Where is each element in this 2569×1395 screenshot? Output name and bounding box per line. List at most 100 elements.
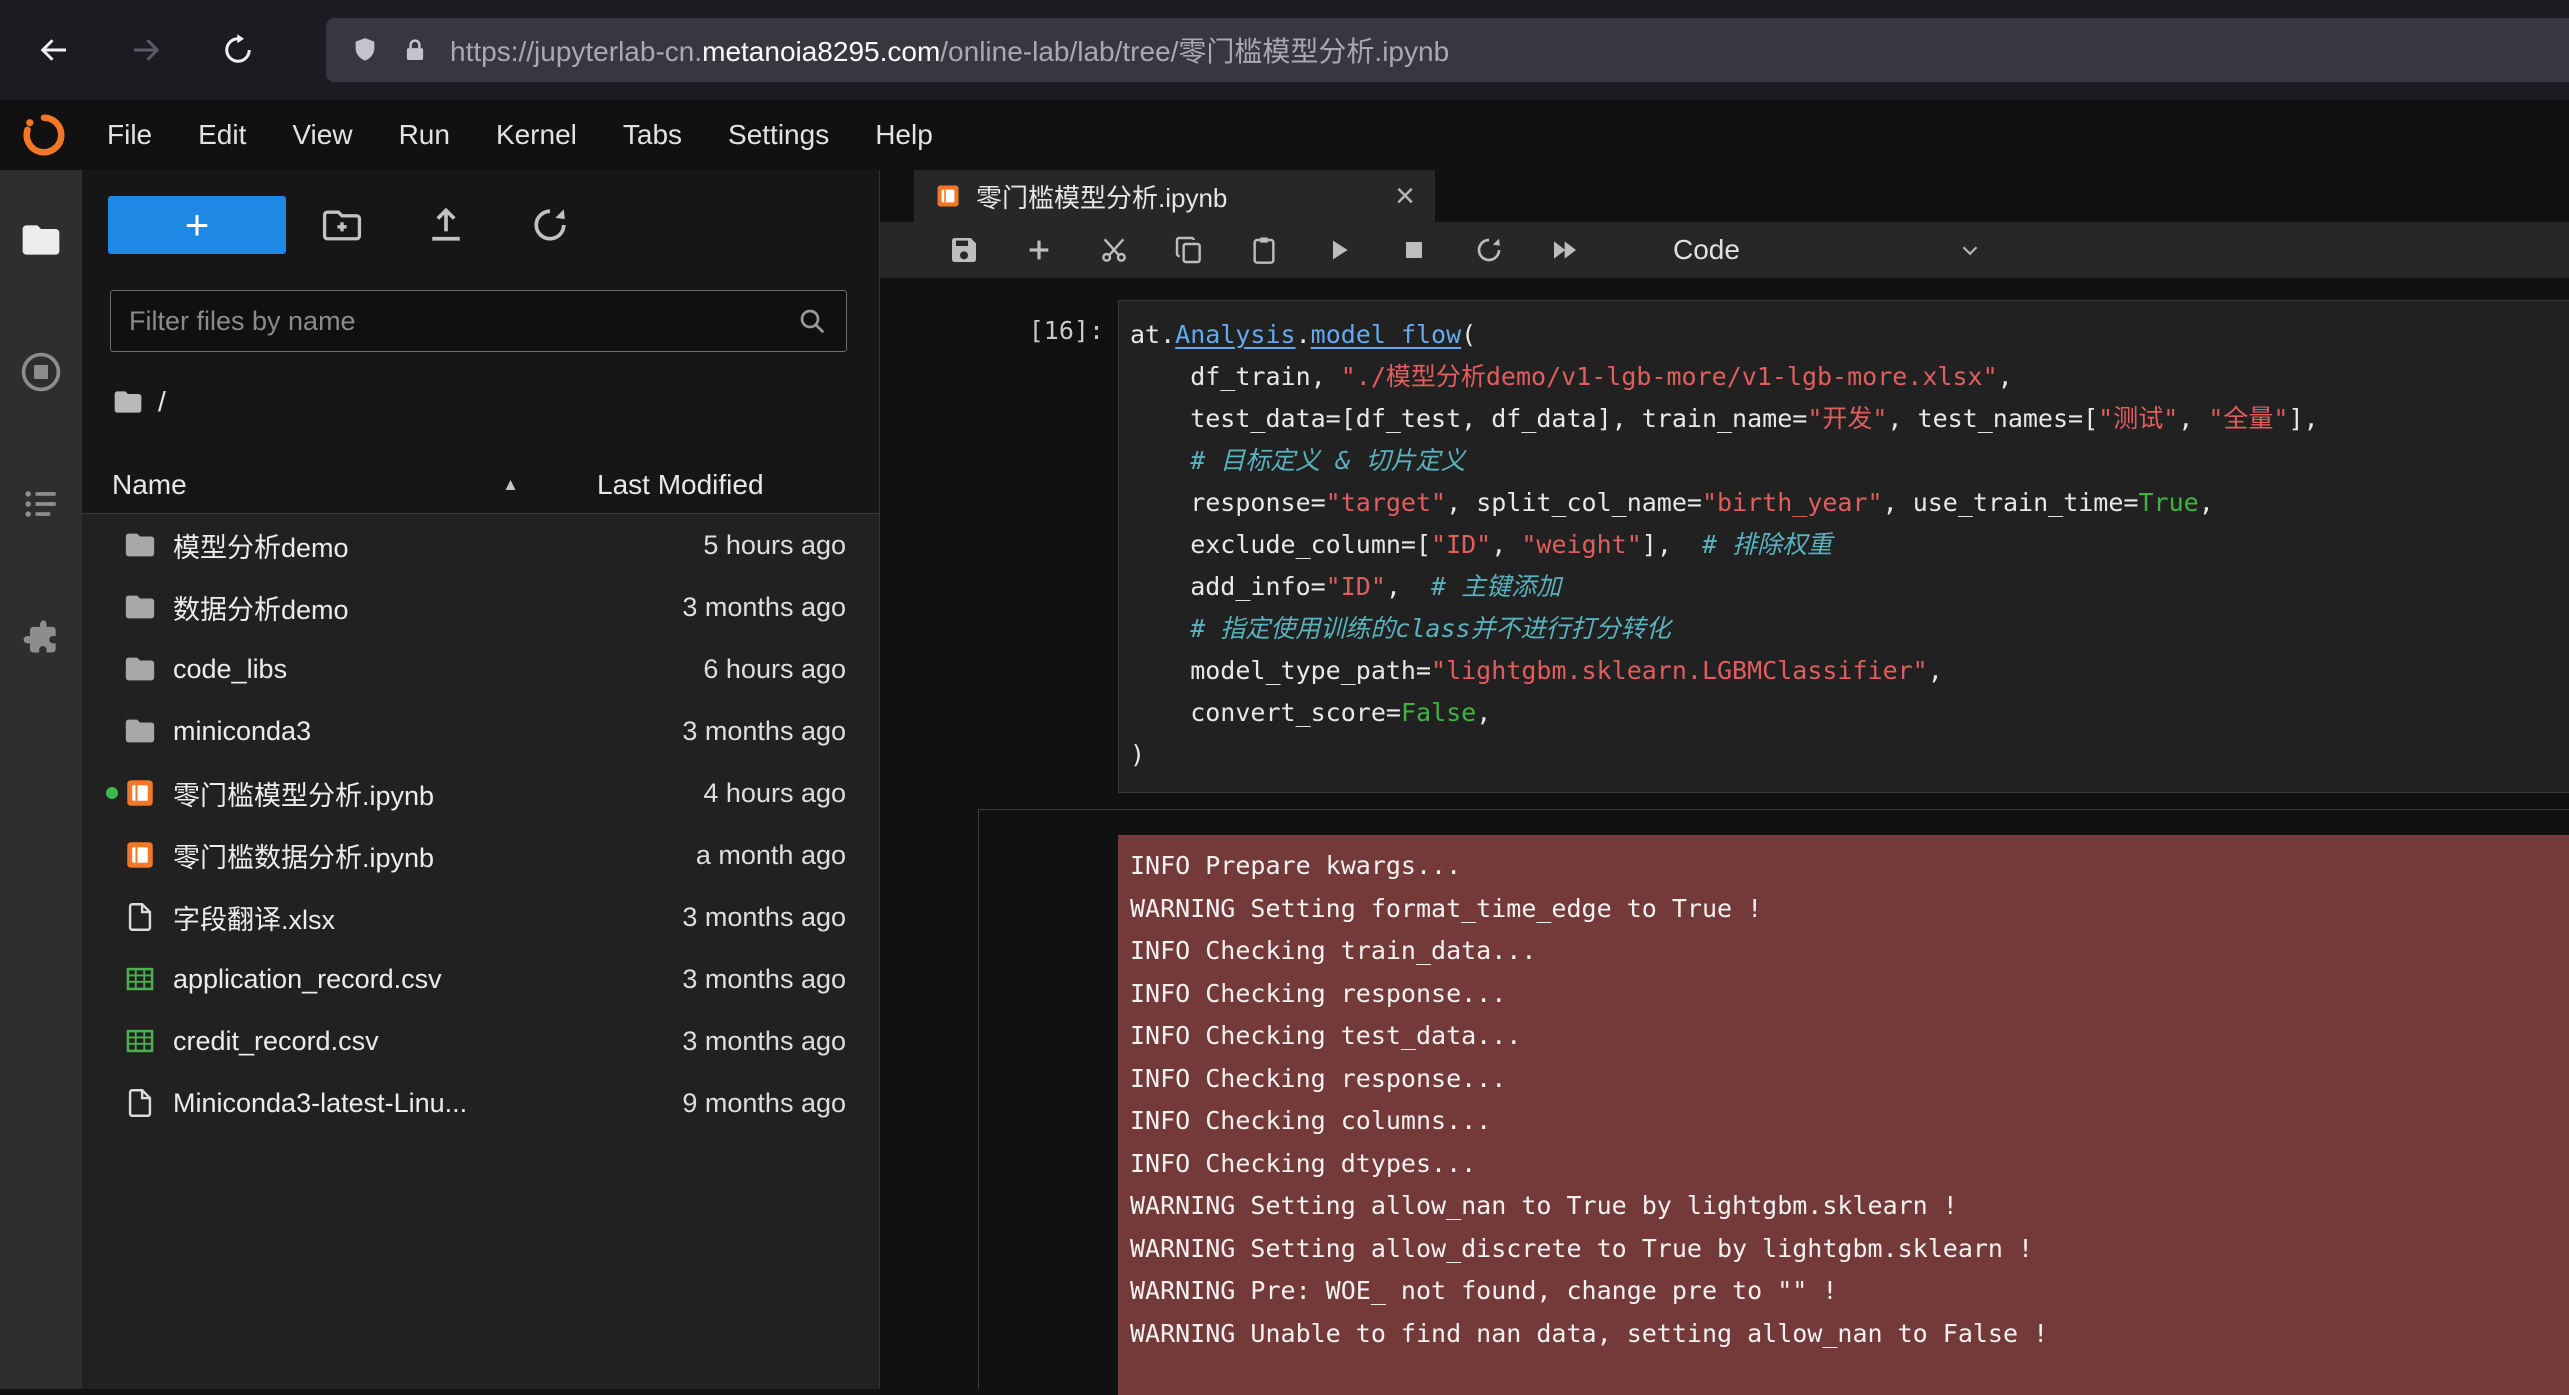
- browser-reload-button[interactable]: [212, 24, 264, 76]
- code-line: add_info="ID", # 主键添加: [1130, 566, 2569, 608]
- file-row[interactable]: application_record.csv3 months ago: [82, 948, 879, 1010]
- csv-icon: [123, 1024, 157, 1058]
- stderr-output: INFO Prepare kwargs...WARNING Setting fo…: [1118, 835, 2569, 1395]
- file-name: 零门槛数据分析.ipynb: [173, 836, 696, 875]
- file-icon: [123, 900, 157, 934]
- menu-run[interactable]: Run: [376, 119, 473, 151]
- output-line: INFO Checking dtypes...: [1130, 1143, 2569, 1186]
- notebook-toolbar: Code: [880, 222, 2569, 278]
- notebook-icon: [123, 776, 157, 810]
- copy-cells-button[interactable]: [1167, 228, 1211, 272]
- run-cell-button[interactable]: [1317, 228, 1361, 272]
- code-line: response="target", split_col_name="birth…: [1130, 482, 2569, 524]
- file-icon: [123, 1086, 157, 1120]
- interrupt-kernel-button[interactable]: [1392, 228, 1436, 272]
- notebook-tab[interactable]: 零门槛模型分析.ipynb ×: [914, 170, 1435, 222]
- file-row[interactable]: 零门槛模型分析.ipynb4 hours ago: [82, 762, 879, 824]
- file-row[interactable]: 零门槛数据分析.ipynba month ago: [82, 824, 879, 886]
- menu-kernel[interactable]: Kernel: [473, 119, 600, 151]
- menu-edit[interactable]: Edit: [175, 119, 269, 151]
- cell-output-area: INFO Prepare kwargs...WARNING Setting fo…: [978, 809, 2569, 1389]
- code-line: # 指定使用训练的class并不进行打分转化: [1130, 608, 2569, 650]
- file-row[interactable]: miniconda33 months ago: [82, 700, 879, 762]
- menu-help[interactable]: Help: [852, 119, 956, 151]
- file-row[interactable]: Miniconda3-latest-Linu...9 months ago: [82, 1072, 879, 1134]
- breadcrumb-root: /: [158, 386, 166, 418]
- url-domain: metanoia8295.com: [702, 36, 940, 67]
- tracking-protection-shield-icon[interactable]: [350, 35, 380, 65]
- left-activity-bar: [0, 170, 82, 1389]
- menu-settings[interactable]: Settings: [705, 119, 852, 151]
- restart-run-all-button[interactable]: [1542, 228, 1586, 272]
- breadcrumb[interactable]: /: [112, 382, 879, 422]
- output-line: WARNING Pre: WOE_ not found, change pre …: [1130, 1270, 2569, 1313]
- browser-back-button[interactable]: [28, 24, 80, 76]
- menu-tabs[interactable]: Tabs: [600, 119, 705, 151]
- file-list: 模型分析demo5 hours ago数据分析demo3 months agoc…: [82, 514, 879, 1389]
- save-button[interactable]: [942, 228, 986, 272]
- file-browser-tab-icon[interactable]: [19, 218, 63, 262]
- file-row[interactable]: code_libs6 hours ago: [82, 638, 879, 700]
- file-name: credit_record.csv: [173, 1026, 682, 1057]
- output-line: WARNING Setting format_time_edge to True…: [1130, 888, 2569, 931]
- chevron-down-icon: [1957, 237, 1983, 263]
- menu-file[interactable]: File: [84, 119, 175, 151]
- code-editor[interactable]: at.Analysis.model_flow( df_train, "./模型分…: [1118, 300, 2569, 793]
- paste-cells-button[interactable]: [1242, 228, 1286, 272]
- new-launcher-button[interactable]: +: [108, 196, 286, 254]
- new-folder-button[interactable]: [320, 203, 364, 247]
- folder-icon: [123, 590, 157, 624]
- file-modified: a month ago: [696, 840, 846, 871]
- url-path: /online-lab/lab/tree/零门槛模型分析.ipynb: [940, 36, 1449, 67]
- output-line: INFO Checking train_data...: [1130, 930, 2569, 973]
- running-kernels-tab-icon[interactable]: [19, 350, 63, 394]
- code-line: test_data=[df_test, df_data], train_name…: [1130, 398, 2569, 440]
- url-scheme-subdomain: https://jupyterlab-cn.: [450, 36, 702, 67]
- file-row[interactable]: 字段翻译.xlsx3 months ago: [82, 886, 879, 948]
- menu-view[interactable]: View: [269, 119, 375, 151]
- plus-icon: +: [185, 204, 210, 246]
- output-line: INFO Checking response...: [1130, 1058, 2569, 1101]
- code-line: ): [1130, 734, 2569, 776]
- restart-kernel-button[interactable]: [1467, 228, 1511, 272]
- kernel-running-indicator: [106, 787, 118, 799]
- browser-forward-button[interactable]: [120, 24, 172, 76]
- file-modified: 3 months ago: [682, 716, 846, 747]
- file-name: code_libs: [173, 654, 703, 685]
- browser-toolbar: https://jupyterlab-cn.metanoia8295.com/o…: [0, 0, 2569, 100]
- refresh-file-list-button[interactable]: [528, 203, 572, 247]
- sort-ascending-icon: ▲: [502, 475, 519, 495]
- file-modified: 4 hours ago: [703, 778, 846, 809]
- home-folder-icon[interactable]: [112, 386, 144, 418]
- file-name: Miniconda3-latest-Linu...: [173, 1088, 682, 1119]
- output-line: WARNING Setting allow_nan to True by lig…: [1130, 1185, 2569, 1228]
- file-modified: 5 hours ago: [703, 530, 846, 561]
- extension-manager-tab-icon[interactable]: [19, 614, 63, 658]
- close-tab-button[interactable]: ×: [1395, 179, 1415, 213]
- code-line: convert_score=False,: [1130, 692, 2569, 734]
- file-name: 数据分析demo: [173, 588, 682, 627]
- code-line: at.Analysis.model_flow(: [1130, 314, 2569, 356]
- upload-files-button[interactable]: [424, 203, 468, 247]
- notebook-icon: [934, 182, 962, 210]
- cut-cells-button[interactable]: [1092, 228, 1136, 272]
- folder-icon: [123, 714, 157, 748]
- browser-address-bar[interactable]: https://jupyterlab-cn.metanoia8295.com/o…: [326, 18, 2569, 82]
- sort-by-modified-header[interactable]: Last Modified: [597, 469, 879, 501]
- cell-type-dropdown[interactable]: Code: [1673, 234, 1983, 266]
- file-row[interactable]: 模型分析demo5 hours ago: [82, 514, 879, 576]
- connection-lock-icon[interactable]: [400, 35, 430, 65]
- sort-by-name-header[interactable]: Name ▲: [82, 469, 597, 501]
- filter-files-input[interactable]: [129, 306, 796, 337]
- table-of-contents-tab-icon[interactable]: [19, 482, 63, 526]
- file-row[interactable]: 数据分析demo3 months ago: [82, 576, 879, 638]
- output-line: WARNING Setting allow_discrete to True b…: [1130, 1228, 2569, 1271]
- insert-cell-button[interactable]: [1017, 228, 1061, 272]
- search-icon: [796, 305, 828, 337]
- file-row[interactable]: credit_record.csv3 months ago: [82, 1010, 879, 1072]
- code-cell[interactable]: [16]: at.Analysis.model_flow( df_train, …: [880, 300, 2569, 793]
- file-list-header: Name ▲ Last Modified: [82, 456, 879, 514]
- file-name: 零门槛模型分析.ipynb: [173, 774, 703, 813]
- jupyterlab-menubar: FileEditViewRunKernelTabsSettingsHelp: [0, 100, 2569, 170]
- file-modified: 9 months ago: [682, 1088, 846, 1119]
